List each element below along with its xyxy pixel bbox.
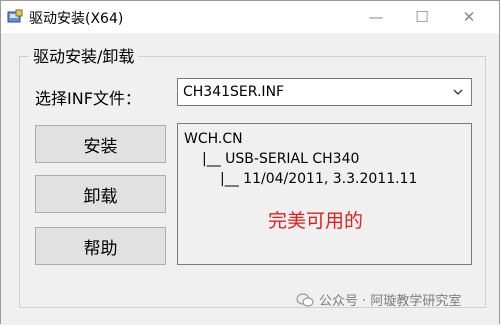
vendor-line: WCH.CN — [184, 131, 243, 147]
maximize-button[interactable]: ☐ — [399, 1, 445, 33]
chevron-down-icon[interactable] — [453, 87, 463, 97]
group-label: 驱动安装/卸载 — [29, 43, 139, 67]
watermark-text: 公众号 · 阿璇教学研究室 — [319, 294, 462, 309]
inf-file-select[interactable]: CH341SER.INF — [177, 78, 472, 106]
device-line: |__ USB-SERIAL CH340 — [202, 151, 360, 167]
help-button[interactable]: 帮助 — [35, 227, 166, 265]
window-client-area: 驱动安装/卸载 选择INF文件： CH341SER.INF 安装 卸载 帮助 W… — [1, 33, 499, 325]
minimize-button[interactable]: — — [353, 1, 399, 33]
window-title: 驱动安装(X64) — [29, 11, 124, 27]
annotation-text: 完美可用的 — [268, 210, 364, 232]
title-bar[interactable]: 驱动安装(X64) — ☐ ✕ — [1, 1, 499, 33]
installer-icon — [7, 9, 23, 23]
driver-info-panel: WCH.CN |__ USB-SERIAL CH340 |__ 11/04/20… — [177, 123, 472, 265]
inf-select-label: 选择INF文件： — [35, 89, 141, 108]
installer-window: 驱动安装(X64) — ☐ ✕ 驱动安装/卸载 选择INF文件： CH341SE… — [0, 0, 500, 325]
uninstall-button[interactable]: 卸载 — [35, 175, 166, 213]
close-button[interactable]: ✕ — [446, 1, 492, 33]
wechat-icon — [296, 292, 314, 307]
inf-select-value: CH341SER.INF — [183, 84, 285, 100]
version-line: |__ 11/04/2011, 3.3.2011.11 — [220, 171, 418, 187]
install-button[interactable]: 安装 — [35, 125, 166, 163]
watermark: 公众号 · 阿璇教学研究室 — [296, 290, 461, 309]
